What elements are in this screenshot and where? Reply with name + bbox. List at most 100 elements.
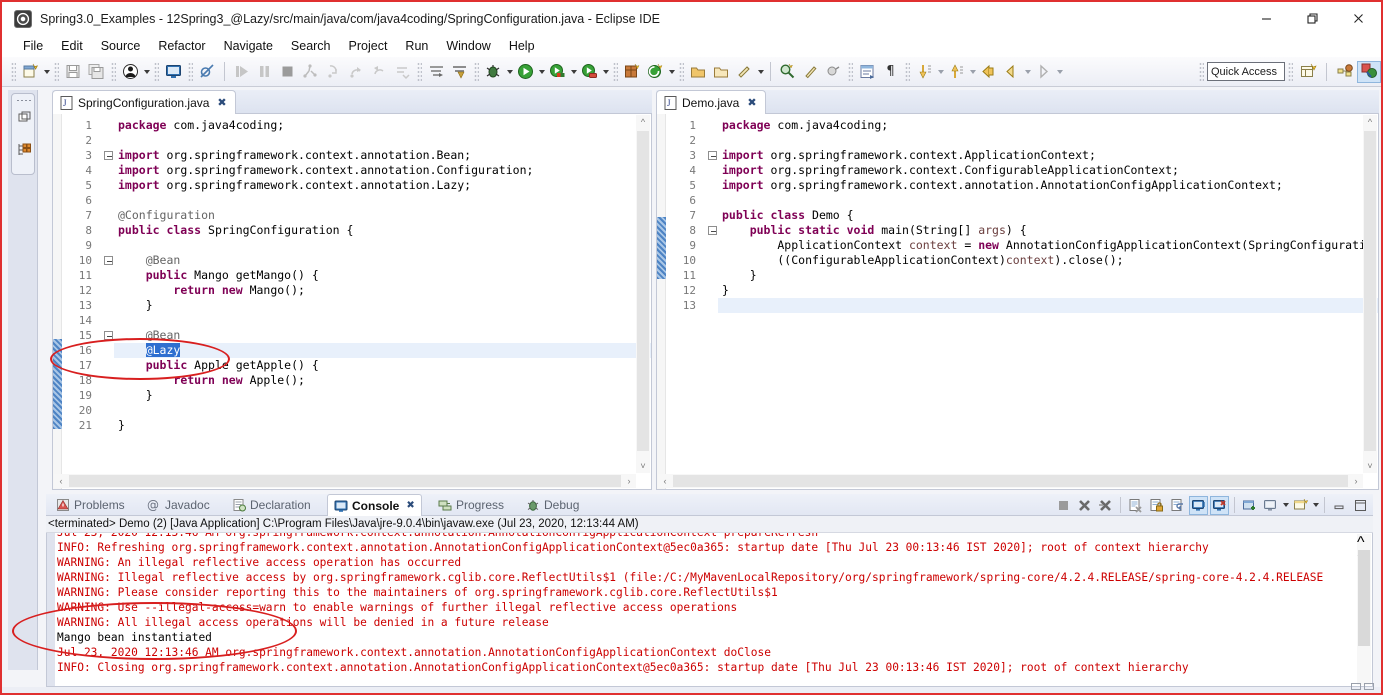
menu-item-navigate[interactable]: Navigate [215,37,282,55]
chevron-down-icon[interactable] [505,62,514,82]
new-java-package-icon[interactable] [622,61,643,82]
run-external-tools-icon[interactable] [547,61,568,82]
menu-item-run[interactable]: Run [396,37,437,55]
scroll-lock-icon[interactable] [1147,496,1166,515]
open-type-icon[interactable] [688,61,709,82]
view-stack-handle[interactable] [16,99,32,102]
chevron-down-icon[interactable] [756,62,765,82]
minimize-button[interactable] [1243,2,1289,35]
forward-icon[interactable] [1001,61,1022,82]
toolbar-grip[interactable] [1288,61,1293,82]
disconnect-icon[interactable] [300,61,321,82]
console-vscrollbar[interactable]: ^ ˅ [1357,534,1371,685]
fold-collapse-icon[interactable] [104,151,113,160]
menu-item-source[interactable]: Source [92,37,150,55]
run-icon[interactable] [515,61,536,82]
marker-bar-right[interactable] [657,114,666,489]
chevron-down-icon[interactable] [1023,62,1032,82]
chevron-down-icon[interactable] [569,62,578,82]
toolbar-grip[interactable] [11,61,16,82]
close-button[interactable] [1335,2,1381,35]
chevron-down-icon[interactable] [968,62,977,82]
chevron-down-icon[interactable] [936,62,945,82]
marker-bar-left[interactable] [53,114,62,489]
fold-collapse-icon[interactable] [708,226,717,235]
chevron-down-icon[interactable] [601,62,610,82]
step-over-icon[interactable] [346,61,367,82]
toolbar-grip[interactable] [417,61,422,82]
toolbar-grip[interactable] [54,61,59,82]
chevron-down-icon[interactable] [42,62,51,82]
toolbar-grip[interactable] [848,61,853,82]
view-tab-progress[interactable]: Progress [432,494,510,516]
suspend-icon[interactable] [254,61,275,82]
toolbar-grip[interactable] [474,61,479,82]
terminate-icon[interactable] [1054,496,1073,515]
scroll-right-icon[interactable]: › [622,474,636,488]
scroll-left-icon[interactable]: ‹ [54,474,68,488]
next-annotation-icon[interactable] [823,61,844,82]
package-explorer-icon[interactable] [17,110,32,125]
resize-grip[interactable] [1351,682,1377,691]
java-perspective-icon[interactable] [1333,61,1357,83]
back-icon[interactable] [978,61,999,82]
link-icon[interactable] [800,61,821,82]
code-text-right[interactable]: package com.java4coding; import org.sprin… [718,114,1378,489]
fold-collapse-icon[interactable] [104,256,113,265]
debug-perspective-icon[interactable] [1357,60,1381,83]
maximize-icon[interactable] [1351,496,1370,515]
open-console-icon[interactable] [1291,496,1310,515]
chevron-down-icon[interactable] [142,62,151,82]
chevron-down-icon[interactable] [537,62,546,82]
fold-collapse-icon[interactable] [708,151,717,160]
terminate-icon[interactable] [277,61,298,82]
user-profile-icon[interactable] [120,61,141,82]
save-all-icon[interactable] [86,61,107,82]
toolbar-grip[interactable] [111,61,116,82]
minimize-icon[interactable] [1330,496,1349,515]
fold-collapse-icon[interactable] [104,331,113,340]
chevron-down-icon[interactable] [1055,62,1064,82]
tab-close-icon[interactable]: ✖ [747,96,756,109]
editor-body-right[interactable]: 1 2 3 4 5 6 7 8 9 10 11 12 13 package com.java4codin… [656,114,1379,490]
debug-icon[interactable] [483,61,504,82]
pin-console-icon[interactable] [1240,496,1259,515]
toolbar-grip[interactable] [905,61,910,82]
step-into-icon[interactable] [323,61,344,82]
view-tab-declaration[interactable]: Declaration [226,494,317,516]
quick-access-input[interactable]: Quick Access [1207,62,1285,81]
drop-to-frame-icon[interactable] [392,61,413,82]
folding-ruler-left[interactable] [102,114,114,489]
menu-item-refactor[interactable]: Refactor [149,37,214,55]
scroll-down-icon[interactable]: ˅ [636,459,650,473]
chevron-down-icon[interactable] [667,62,676,82]
console-output-area[interactable]: Jul 23, 2020 12:13:46 AM org.springframe… [46,533,1373,687]
scroll-up-icon[interactable]: ^ [636,115,650,129]
tab-close-icon[interactable]: ✖ [217,96,226,109]
toolbar-grip[interactable] [679,61,684,82]
chevron-down-icon[interactable] [1281,495,1290,515]
folding-ruler-right[interactable] [706,114,718,489]
tab-demo-java[interactable]: J Demo.java ✖ [656,90,766,114]
remove-all-terminated-icon[interactable] [1096,496,1115,515]
use-step-filters-icon[interactable] [426,61,447,82]
open-perspective-icon[interactable] [1296,61,1320,83]
view-tab-javadoc[interactable]: @ Javadoc [141,494,216,516]
scroll-down-icon[interactable]: ˅ [1363,459,1377,473]
editor-vscrollbar-left[interactable]: ^ ˅ [636,115,650,473]
clear-console-icon[interactable] [1126,496,1145,515]
new-java-project-icon[interactable] [645,61,666,82]
forward-nav-icon[interactable] [1033,61,1054,82]
next-edit-icon[interactable] [946,61,967,82]
menu-item-help[interactable]: Help [500,37,544,55]
editor-hscrollbar-right[interactable]: ‹ › [658,474,1363,488]
new-wizard-icon[interactable] [20,61,41,82]
toolbar-grip[interactable] [154,61,159,82]
editor-vscrollbar-right[interactable]: ^ ˅ [1363,115,1377,473]
scroll-left-icon[interactable]: ‹ [658,474,672,488]
toolbar-grip[interactable] [1199,61,1204,82]
editor-body-left[interactable]: 1 2 3 4 5 6 7 8 9 10 11 12 13 14 15 16 17 18 19 20 21 packag… [52,114,652,490]
resume-icon[interactable] [231,61,252,82]
search-icon[interactable] [777,61,798,82]
show-console-on-error-icon[interactable] [1210,495,1229,515]
